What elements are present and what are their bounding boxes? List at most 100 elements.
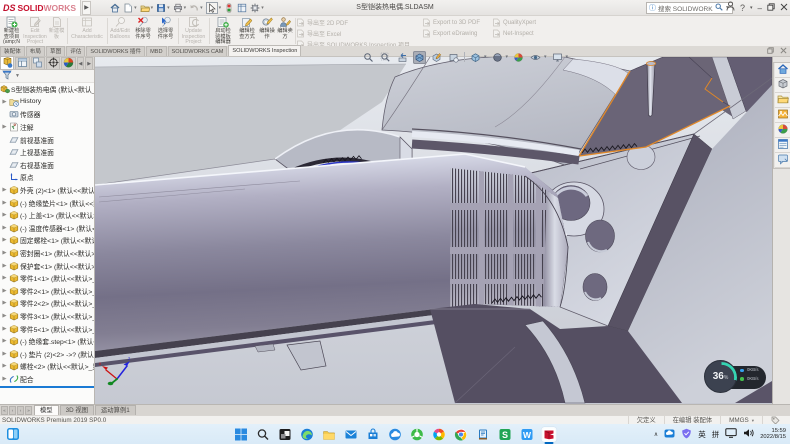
ribbon-button-add-edit-balloons[interactable]: Add/Edit Balloons [108, 16, 132, 46]
ribbon-button-edit-vendors[interactable]: 编辑卖 方 [276, 16, 294, 46]
expand-caret-icon[interactable]: ▶ [0, 200, 9, 206]
taskbar-search-icon[interactable] [256, 427, 271, 442]
previous-view-icon[interactable] [396, 51, 409, 64]
shield-icon[interactable] [681, 428, 692, 441]
display-style-icon[interactable] [491, 51, 504, 64]
expand-caret-icon[interactable]: ▶ [0, 212, 9, 218]
taskbar-file-explorer-icon[interactable] [322, 427, 337, 442]
taskbar-wps-s-icon[interactable]: S [498, 427, 513, 442]
tree-item[interactable]: 右视基准面 [0, 159, 94, 172]
expand-caret-icon[interactable]: ▶ [0, 313, 9, 319]
zoom-to-fit-icon[interactable] [362, 51, 375, 64]
panel-tab-configurationmanager[interactable] [31, 57, 45, 69]
close-button[interactable] [780, 3, 788, 13]
taskpane-custom-properties-tab[interactable] [775, 138, 790, 153]
tray-chevron-icon[interactable]: ∧ [654, 431, 658, 438]
tree-item[interactable]: ▶(-) 上盖<1> (默认<<默认>_显示状 [0, 209, 94, 222]
expand-caret-icon[interactable]: ▶ [0, 288, 9, 294]
tree-item[interactable]: 原点 [0, 171, 94, 184]
expand-caret-icon[interactable]: ▶ [0, 124, 9, 130]
export-item[interactable]: Export eDrawing [422, 29, 480, 38]
tree-item[interactable]: ▶(-) 绝缘垫片<1> (默认<<默认>_显 [0, 196, 94, 209]
hud-caret-icon[interactable]: ▾ [484, 54, 487, 60]
expand-caret-icon[interactable]: ▶ [0, 225, 9, 231]
widgets-icon[interactable] [6, 427, 20, 443]
tree-item[interactable]: 上视基准面 [0, 146, 94, 159]
ribbon-button-launch-template-editor[interactable]: 启动检 验模板 编辑器 [210, 16, 236, 46]
ribbon-button-select-balloons[interactable]: 选择零 件序号 [154, 16, 177, 46]
tab-scroll-buttons[interactable]: « ‹ › » [1, 406, 33, 415]
tab-评估[interactable]: 评估 [66, 46, 85, 56]
graphics-viewport[interactable]: x z 0KB/s 0KB/s 36% [95, 57, 772, 404]
tree-item[interactable]: ▶密封圈<1> (默认<<默认>_显示状 [0, 247, 94, 260]
save-button[interactable]: ▾ [155, 1, 171, 15]
units-caret-icon[interactable]: ▾ [752, 418, 754, 423]
volume-icon[interactable] [743, 428, 754, 440]
hud-caret-icon[interactable]: ▾ [506, 54, 509, 60]
export-item[interactable]: 导出至 2D PDF [296, 18, 410, 27]
export-item[interactable]: QualityXpert [492, 18, 536, 27]
ribbon-button-edit-inspection-project[interactable]: Edit Inspection Project [23, 16, 47, 46]
tree-item[interactable]: ▶螺栓<2> (默认<<默认>_显示状态 [0, 360, 94, 373]
tab-solidworks-插件[interactable]: SOLIDWORKS 插件 [86, 46, 145, 56]
minimize-button[interactable]: – [758, 4, 762, 13]
taskbar-store-icon[interactable] [366, 427, 381, 442]
tab-solidworks-inspection[interactable]: SOLIDWORKS Inspection [228, 45, 301, 56]
tab-scroll-next-icon[interactable]: › [17, 406, 24, 415]
dropdown-caret-icon[interactable]: ▾ [261, 5, 264, 11]
expand-caret-icon[interactable]: ▶ [0, 187, 9, 193]
ribbon-button-add-characteristic[interactable]: Add Characteristic [68, 16, 106, 46]
taskbar-start-icon[interactable] [234, 427, 249, 442]
doc-restore-icon[interactable] [767, 47, 774, 56]
tree-item[interactable]: S型铠装热电偶 (默认<默认_显示状态-1 [0, 83, 94, 96]
export-item[interactable]: Net-Inspect [492, 29, 536, 38]
expand-caret-icon[interactable]: ▶ [0, 250, 9, 256]
filter-caret-icon[interactable]: ▼ [15, 73, 20, 79]
tab-草图[interactable]: 草图 [46, 46, 65, 56]
expand-caret-icon[interactable]: ▶ [0, 376, 9, 382]
expand-caret-icon[interactable]: ▶ [0, 363, 9, 369]
tree-item[interactable]: ▶注解 [0, 121, 94, 134]
tree-item[interactable]: ▶配合 [0, 373, 94, 386]
tree-item[interactable]: ▶零件1<1> (默认<<默认>_显示状态 [0, 272, 94, 285]
ribbon-button-edit-operations[interactable]: 编辑操 作 [258, 16, 276, 46]
onedrive-icon[interactable] [664, 428, 675, 441]
menu-flyout-button[interactable]: ▶ [82, 1, 91, 15]
print-button[interactable]: ▾ [172, 1, 188, 15]
search-icon[interactable] [715, 3, 723, 13]
dropdown-caret-icon[interactable]: ▾ [134, 5, 137, 11]
login-user-icon[interactable] [726, 0, 735, 16]
tree-rollback-bar[interactable] [0, 386, 94, 388]
tree-filter-row[interactable]: ▼ [0, 70, 94, 83]
dropdown-caret-icon[interactable]: ▾ [151, 5, 154, 11]
view-orientation-icon[interactable] [469, 51, 482, 64]
taskbar-green-browser-icon[interactable] [410, 427, 425, 442]
hud-caret-icon[interactable]: ▾ [544, 54, 547, 60]
tree-item[interactable]: ▶(-) 温度传感器<1> (默认<<默认>_ [0, 222, 94, 235]
expand-caret-icon[interactable]: ▶ [0, 351, 9, 357]
file-properties-button[interactable] [236, 1, 248, 15]
doc-close-icon[interactable] [780, 47, 787, 56]
ribbon-button-new-template[interactable]: 新建模 板 [47, 16, 66, 46]
tree-item[interactable]: ▶零件3<1> (默认<<默认>_显示状态 [0, 310, 94, 323]
tab-scroll-first-icon[interactable]: « [1, 406, 8, 415]
tab-solidworks-cam[interactable]: SOLIDWORKS CAM [168, 46, 228, 56]
undo-button[interactable]: ▾ [188, 1, 204, 15]
tree-item[interactable]: ▶外壳 (2)<1> (默认<<默认>_显示状 [0, 184, 94, 197]
new-document-button[interactable]: ▾ [122, 1, 138, 15]
hide-show-items-icon[interactable] [529, 51, 542, 64]
tab-装配体[interactable]: 装配体 [0, 46, 25, 56]
expand-caret-icon[interactable]: ▶ [0, 237, 9, 243]
display-icon[interactable] [725, 428, 737, 440]
expand-caret-icon[interactable]: ▶ [0, 99, 9, 105]
taskbar-dictionary-icon[interactable] [476, 427, 491, 442]
options-gear-button[interactable]: ▾ [249, 1, 265, 15]
dynamic-annotation-icon[interactable] [430, 51, 443, 64]
ribbon-button-remove-balloons[interactable]: 移除零 件序号 [132, 16, 154, 46]
tree-item[interactable]: 前视基准面 [0, 133, 94, 146]
tree-item[interactable]: ▶保护套<1> (默认<<默认>_显示状态 [0, 259, 94, 272]
dropdown-caret-icon[interactable]: ▾ [219, 5, 222, 11]
tab-布局[interactable]: 布局 [26, 46, 45, 56]
taskbar-task-view-icon[interactable] [278, 427, 293, 442]
doc-tab-3d-views[interactable]: 3D 视图 [60, 405, 94, 415]
